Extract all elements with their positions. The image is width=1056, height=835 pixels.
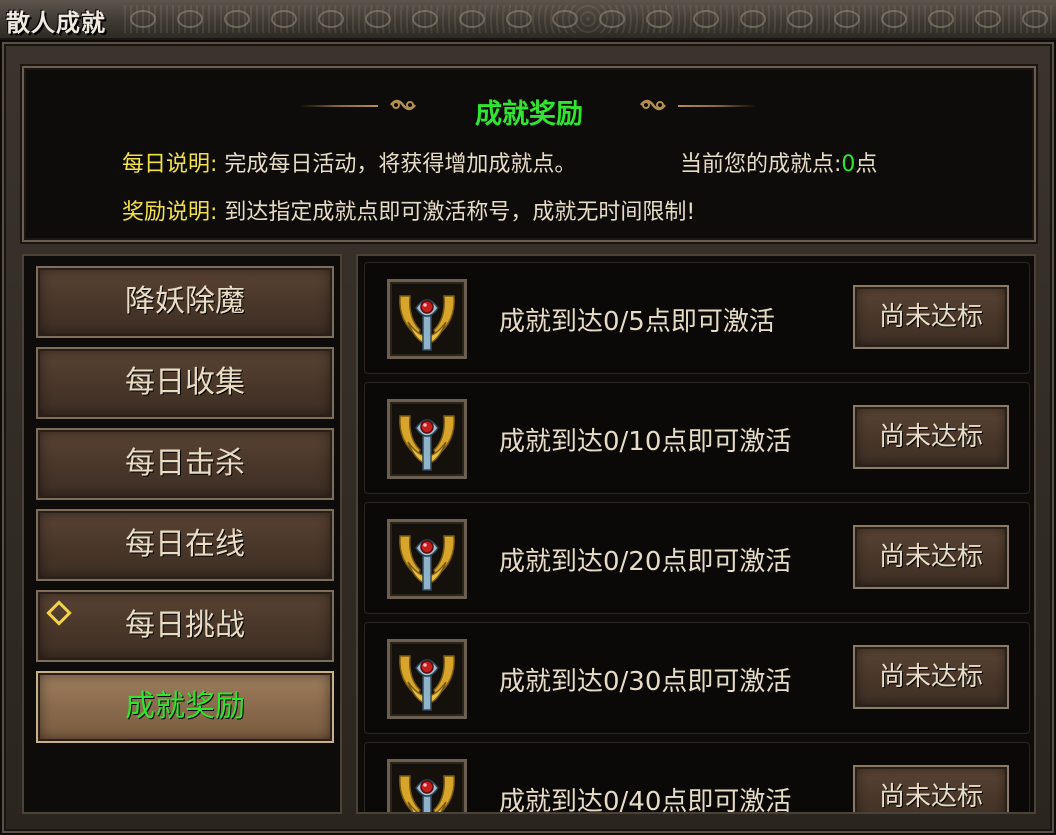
nav-item-label: 每日收集: [125, 365, 245, 400]
nav-item-label: 每日挑战: [125, 608, 245, 643]
daily-label: 每日说明:: [122, 152, 218, 177]
reward-status-label: 尚未达标: [878, 782, 983, 812]
info-title: 成就奖励: [475, 99, 583, 130]
reward-row: 成就到达0/5点即可激活 尚未达标: [364, 262, 1030, 374]
daily-description: 每日说明: 完成每日活动，将获得增加成就点。: [122, 146, 576, 178]
title-ornament-knot-left-icon: [388, 96, 418, 114]
nav-item-daily-challenge[interactable]: 每日挑战: [36, 590, 334, 662]
nav-item-label: 每日在线: [125, 527, 245, 562]
points-display: 当前您的成就点:0点: [680, 146, 877, 178]
reward-status-button[interactable]: 尚未达标: [853, 525, 1009, 589]
winged-title-emblem-icon: [387, 759, 467, 812]
winged-title-emblem-icon: [387, 399, 467, 479]
reward-status-label: 尚未达标: [878, 542, 983, 572]
reward-text: 到达指定成就点即可激活称号，成就无时间限制!: [224, 200, 696, 225]
points-value: 0: [841, 152, 856, 177]
reward-row: 成就到达0/40点即可激活 尚未达标: [364, 742, 1030, 814]
nav-item-achievement-reward[interactable]: 成就奖励: [36, 671, 334, 743]
diamond-icon: [46, 600, 72, 626]
reward-status-button[interactable]: 尚未达标: [853, 285, 1009, 349]
nav-item-daily-kill[interactable]: 每日击杀: [36, 428, 334, 500]
daily-text: 完成每日活动，将获得增加成就点。: [224, 152, 577, 177]
reward-status-label: 尚未达标: [878, 422, 983, 452]
nav-item-daily-collect[interactable]: 每日收集: [36, 347, 334, 419]
nav-item-label: 每日击杀: [125, 446, 245, 481]
reward-row: 成就到达0/30点即可激活 尚未达标: [364, 622, 1030, 734]
category-nav: 降妖除魔 每日收集 每日击杀 每日在线 每日挑战 成就奖励: [22, 254, 342, 814]
reward-list: 成就到达0/5点即可激活 尚未达标 成就到达0/10点即可激活 尚未达标 成就到…: [356, 254, 1036, 814]
winged-title-emblem-icon: [387, 519, 467, 599]
reward-status-button[interactable]: 尚未达标: [853, 765, 1009, 812]
title-ornament-line-left: [300, 105, 378, 107]
window-title: 散人成就: [6, 9, 106, 37]
reward-condition: 成就到达0/5点即可激活: [499, 307, 775, 337]
reward-row: 成就到达0/10点即可激活 尚未达标: [364, 382, 1030, 494]
nav-item-daily-online[interactable]: 每日在线: [36, 509, 334, 581]
reward-status-button[interactable]: 尚未达标: [853, 405, 1009, 469]
reward-description: 奖励说明: 到达指定成就点即可激活称号，成就无时间限制!: [122, 194, 695, 226]
reward-status-label: 尚未达标: [878, 662, 983, 692]
title-ornament-line-right: [678, 105, 756, 107]
reward-condition: 成就到达0/30点即可激活: [499, 667, 792, 697]
reward-condition: 成就到达0/20点即可激活: [499, 547, 792, 577]
title-bar-ornament: [130, 6, 1048, 32]
winged-title-emblem-icon: [387, 639, 467, 719]
reward-status-button[interactable]: 尚未达标: [853, 645, 1009, 709]
title-bar: 散人成就: [0, 0, 1056, 40]
reward-condition: 成就到达0/40点即可激活: [499, 787, 792, 814]
reward-status-label: 尚未达标: [878, 302, 983, 332]
nav-item-demon-slaying[interactable]: 降妖除魔: [36, 266, 334, 338]
points-label: 当前您的成就点:: [680, 152, 842, 177]
points-unit: 点: [855, 152, 878, 177]
nav-item-label: 降妖除魔: [125, 284, 245, 319]
reward-row: 成就到达0/20点即可激活 尚未达标: [364, 502, 1030, 614]
nav-item-label: 成就奖励: [125, 689, 245, 724]
winged-title-emblem-icon: [387, 279, 467, 359]
title-ornament-knot-right-icon: [638, 96, 668, 114]
reward-condition: 成就到达0/10点即可激活: [499, 427, 792, 457]
reward-label: 奖励说明:: [122, 200, 218, 225]
